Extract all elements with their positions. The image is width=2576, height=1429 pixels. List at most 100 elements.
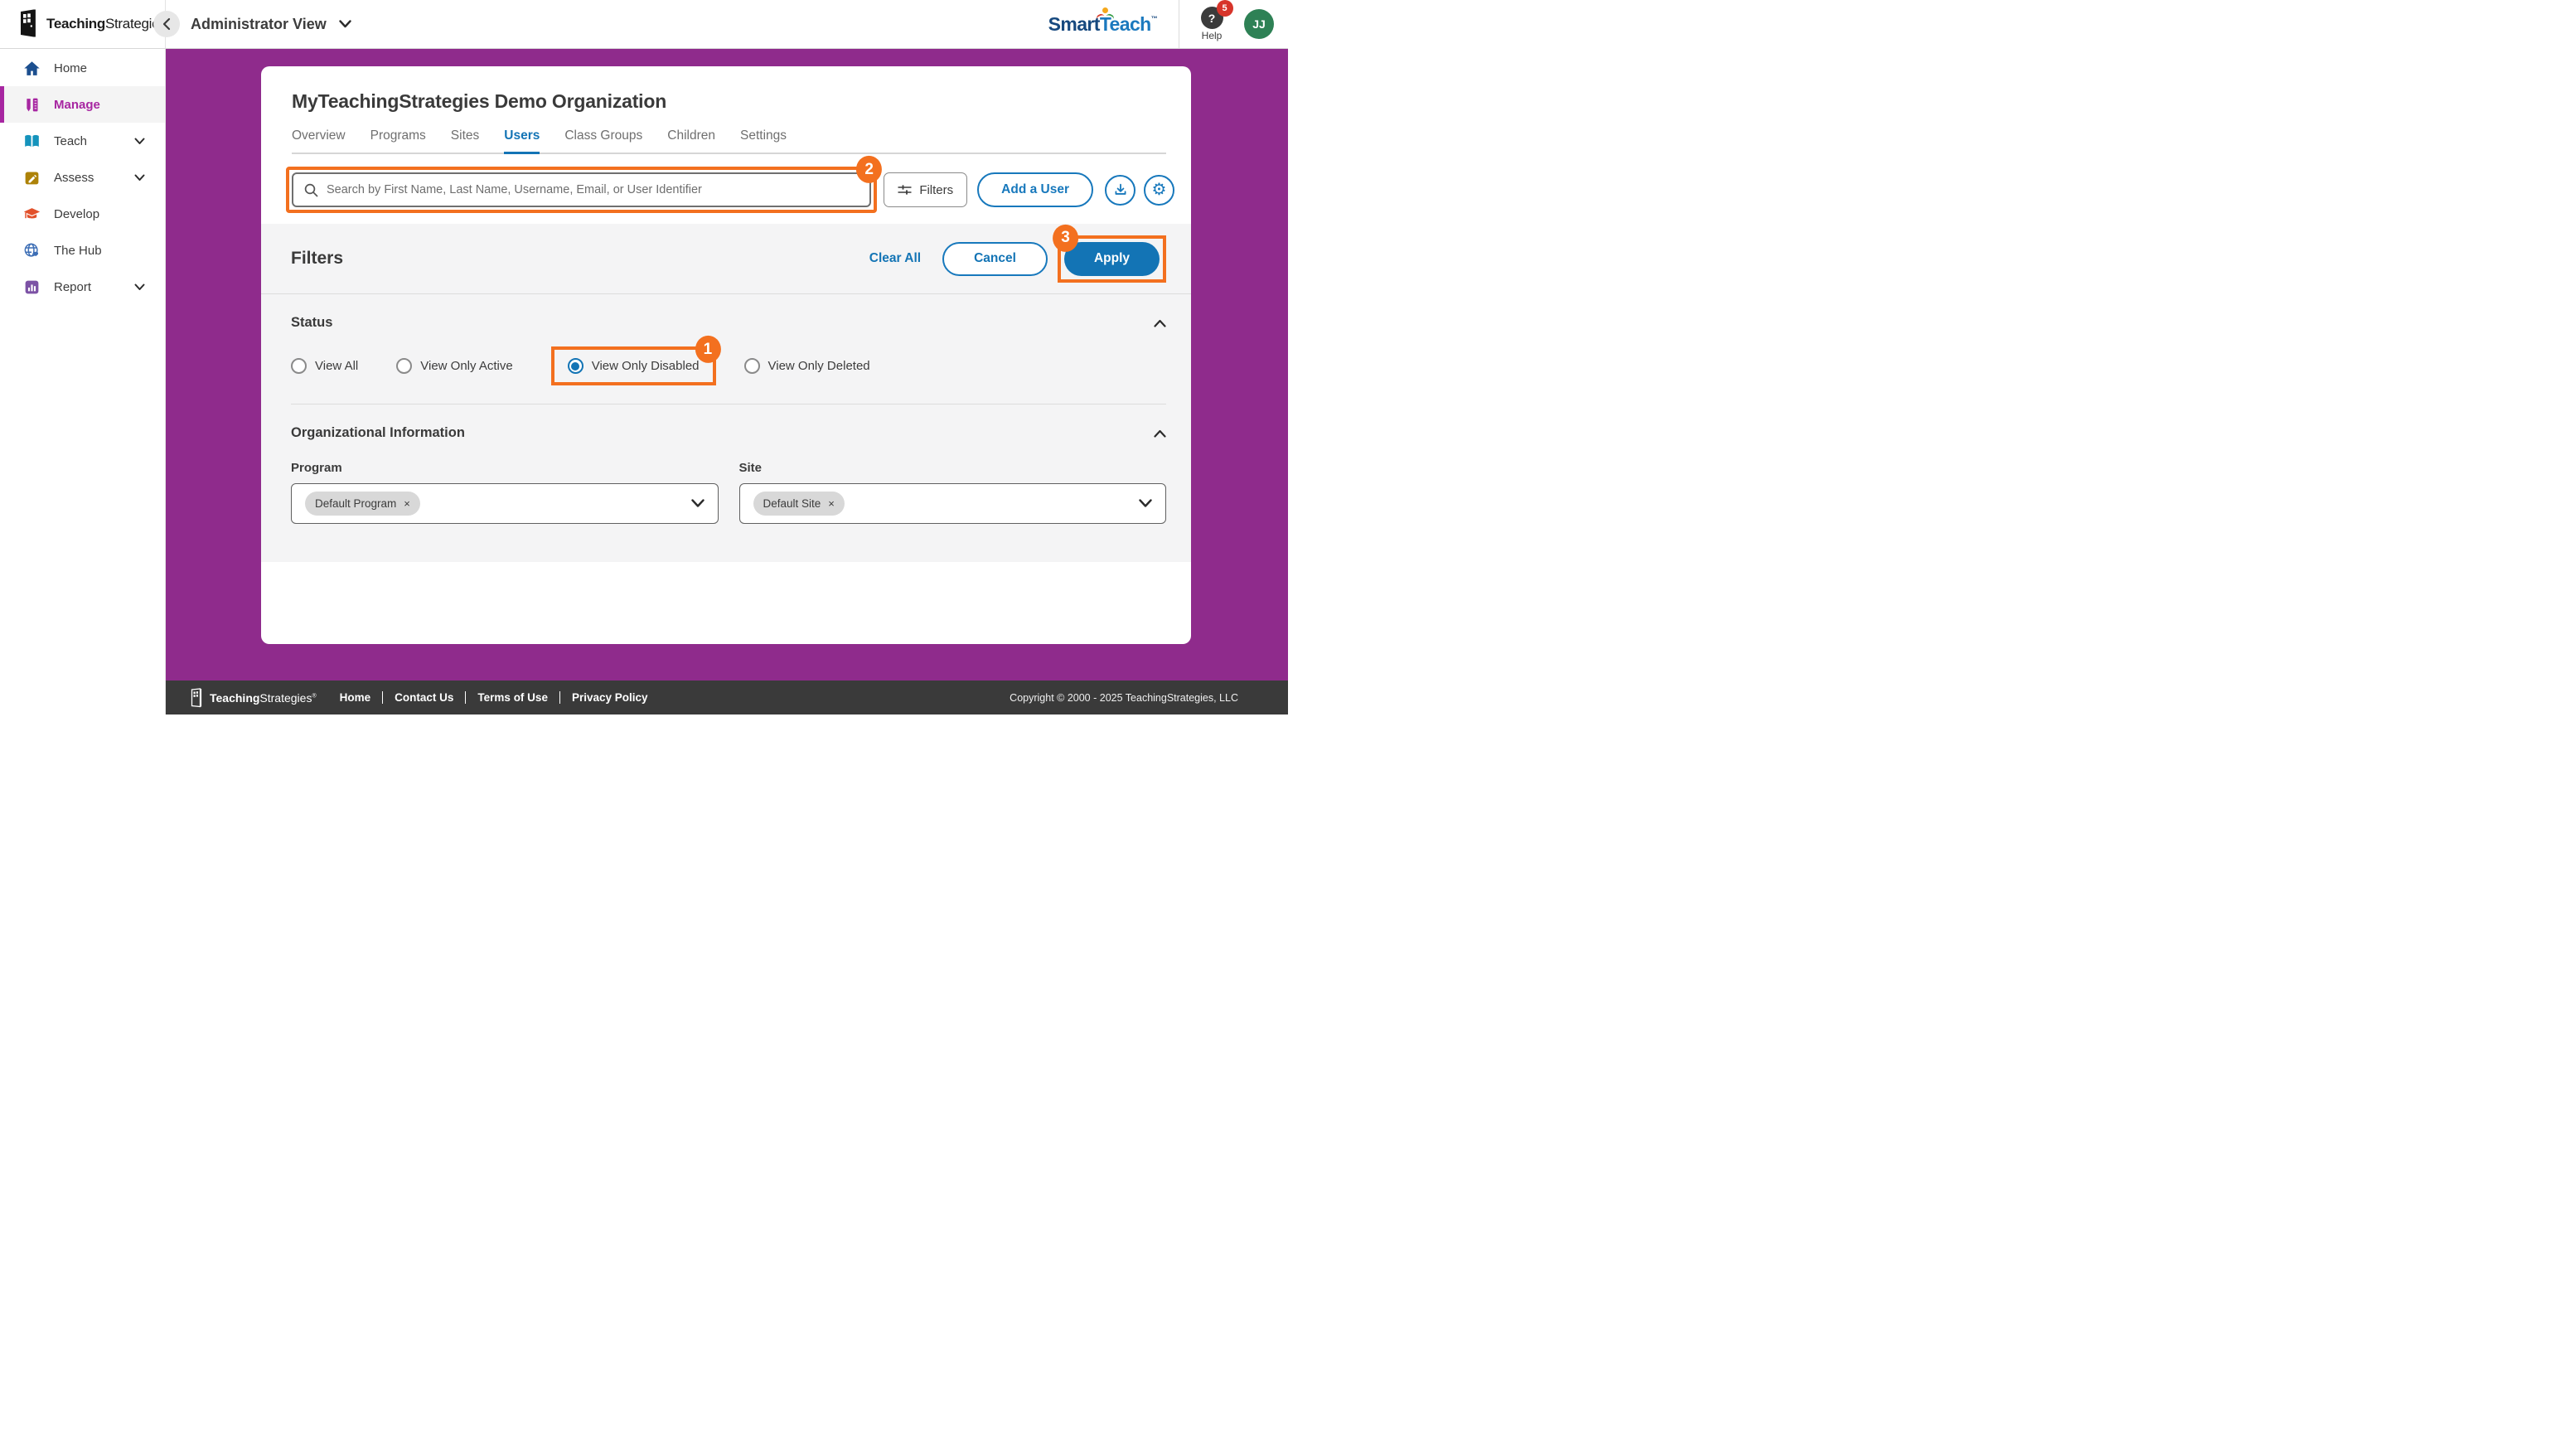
sidebar-item-home[interactable]: Home	[0, 50, 165, 86]
search-bar	[292, 172, 871, 207]
sidebar-item-label: Home	[54, 61, 87, 75]
footer-logo: TeachingStrategies®	[191, 688, 317, 708]
help-button[interactable]: ? 5 Help	[1179, 7, 1244, 41]
chevron-down-icon	[134, 134, 145, 148]
tab-children[interactable]: Children	[667, 128, 715, 153]
sidebar-item-manage[interactable]: Manage	[0, 86, 165, 123]
tab-bar: Overview Programs Sites Users Class Grou…	[292, 128, 1166, 154]
sidebar-item-label: Manage	[54, 98, 100, 112]
footer-link-terms-of-use[interactable]: Terms of Use	[465, 691, 559, 704]
annotation-box-step2: 2	[286, 167, 877, 213]
status-section-title: Status	[291, 315, 332, 331]
tab-overview[interactable]: Overview	[292, 128, 346, 153]
apply-button[interactable]: Apply	[1064, 242, 1160, 276]
footer-brand-text: TeachingStrategies®	[210, 691, 317, 705]
program-dropdown[interactable]: Default Program ×	[291, 483, 719, 524]
settings-button[interactable]: ⚙	[1144, 175, 1174, 206]
radio-button-icon[interactable]	[396, 358, 412, 374]
help-notification-badge: 5	[1217, 0, 1233, 17]
site-chip: Default Site ×	[753, 492, 845, 516]
figure-head-dot	[1102, 7, 1108, 13]
sidebar: Home Manage Teach Assess	[0, 49, 166, 714]
site-field: Site Default Site ×	[739, 461, 1167, 524]
annotation-box-step3: Apply 3	[1058, 235, 1166, 283]
status-section: Status View All View Only Active	[261, 294, 1191, 404]
page-title: MyTeachingStrategies Demo Organization	[292, 90, 1166, 113]
content-area: MyTeachingStrategies Demo Organization O…	[166, 49, 1288, 681]
search-icon	[304, 183, 318, 197]
annotation-step-1-badge: 1	[695, 336, 720, 363]
footer-link-privacy-policy[interactable]: Privacy Policy	[559, 691, 660, 704]
radio-view-all[interactable]: View All	[291, 358, 358, 374]
home-icon	[23, 60, 41, 77]
chevron-down-icon	[134, 280, 145, 294]
globe-heart-icon	[23, 242, 41, 259]
org-info-section-title: Organizational Information	[291, 425, 465, 441]
radio-button-icon[interactable]	[291, 358, 307, 374]
annotation-step-3-badge: 3	[1053, 224, 1078, 251]
cancel-button[interactable]: Cancel	[942, 242, 1048, 276]
footer-link-home[interactable]: Home	[340, 691, 383, 704]
annotation-step-2-badge: 2	[856, 156, 882, 183]
add-user-button[interactable]: Add a User	[977, 172, 1093, 207]
chip-remove-icon[interactable]: ×	[404, 498, 410, 509]
view-selector[interactable]: Administrator View	[191, 16, 351, 33]
top-bar: TeachingStrategies® Administrator View S…	[0, 0, 1288, 49]
users-toolbar: 2 Filters Add a User	[261, 167, 1191, 213]
radio-button-icon[interactable]	[744, 358, 760, 374]
tab-users[interactable]: Users	[504, 128, 540, 153]
collapse-sidebar-button[interactable]	[153, 11, 180, 37]
manage-icon	[23, 96, 41, 114]
clear-all-button[interactable]: Clear All	[869, 251, 921, 266]
top-bar-right: SmartTeach™ ? 5 Help JJ	[1048, 0, 1288, 48]
sidebar-item-label: Develop	[54, 207, 99, 221]
radio-view-only-disabled[interactable]: View Only Disabled	[568, 358, 700, 374]
filter-sliders-icon	[898, 184, 912, 196]
sidebar-item-develop[interactable]: Develop	[0, 196, 165, 232]
bar-chart-icon	[23, 279, 41, 296]
sidebar-item-report[interactable]: Report	[0, 269, 165, 305]
chip-remove-icon[interactable]: ×	[828, 498, 835, 509]
radio-view-only-deleted[interactable]: View Only Deleted	[744, 358, 870, 374]
tab-programs[interactable]: Programs	[370, 128, 426, 153]
footer-link-contact-us[interactable]: Contact Us	[382, 691, 465, 704]
help-label: Help	[1202, 30, 1223, 41]
trademark-symbol: ™	[1151, 15, 1157, 22]
avatar[interactable]: JJ	[1244, 9, 1274, 39]
teachingstrategies-logo[interactable]: TeachingStrategies®	[0, 0, 166, 48]
open-book-icon	[23, 133, 41, 150]
filters-button[interactable]: Filters	[884, 172, 967, 207]
tab-class-groups[interactable]: Class Groups	[564, 128, 642, 153]
app-window: TeachingStrategies® Administrator View S…	[0, 0, 1288, 714]
search-input[interactable]	[327, 183, 859, 196]
site-dropdown[interactable]: Default Site ×	[739, 483, 1167, 524]
sidebar-item-the-hub[interactable]: The Hub	[0, 232, 165, 269]
sidebar-item-teach[interactable]: Teach	[0, 123, 165, 159]
copyright-text: Copyright © 2000 - 2025 TeachingStrategi…	[1010, 692, 1238, 704]
sidebar-item-label: Report	[54, 280, 91, 294]
radio-view-only-active[interactable]: View Only Active	[396, 358, 512, 374]
graduation-cap-icon	[23, 206, 41, 223]
tab-settings[interactable]: Settings	[740, 128, 787, 153]
sidebar-item-assess[interactable]: Assess	[0, 159, 165, 196]
tab-sites[interactable]: Sites	[451, 128, 479, 153]
chevron-down-icon	[1139, 499, 1152, 508]
sidebar-item-label: The Hub	[54, 244, 102, 258]
door-logo-icon	[19, 9, 40, 39]
footer: TeachingStrategies® Home Contact Us Term…	[166, 681, 1288, 714]
site-label: Site	[739, 461, 1167, 475]
radio-label: View Only Active	[420, 359, 512, 373]
collapse-status-button[interactable]	[1154, 319, 1166, 327]
chevron-down-icon	[339, 20, 351, 28]
download-button[interactable]	[1105, 175, 1135, 206]
footer-links: Home Contact Us Terms of Use Privacy Pol…	[340, 691, 660, 704]
annotation-box-step1: View Only Disabled 1	[551, 346, 716, 385]
radio-button-selected-icon[interactable]	[568, 358, 583, 374]
radio-label: View Only Disabled	[592, 359, 700, 373]
filters-panel-header: Filters Clear All Cancel Apply 3	[261, 224, 1191, 293]
program-label: Program	[291, 461, 719, 475]
filters-button-label: Filters	[919, 183, 953, 197]
radio-label: View All	[315, 359, 358, 373]
collapse-org-info-button[interactable]	[1154, 429, 1166, 438]
brand-text: TeachingStrategies®	[46, 16, 171, 32]
